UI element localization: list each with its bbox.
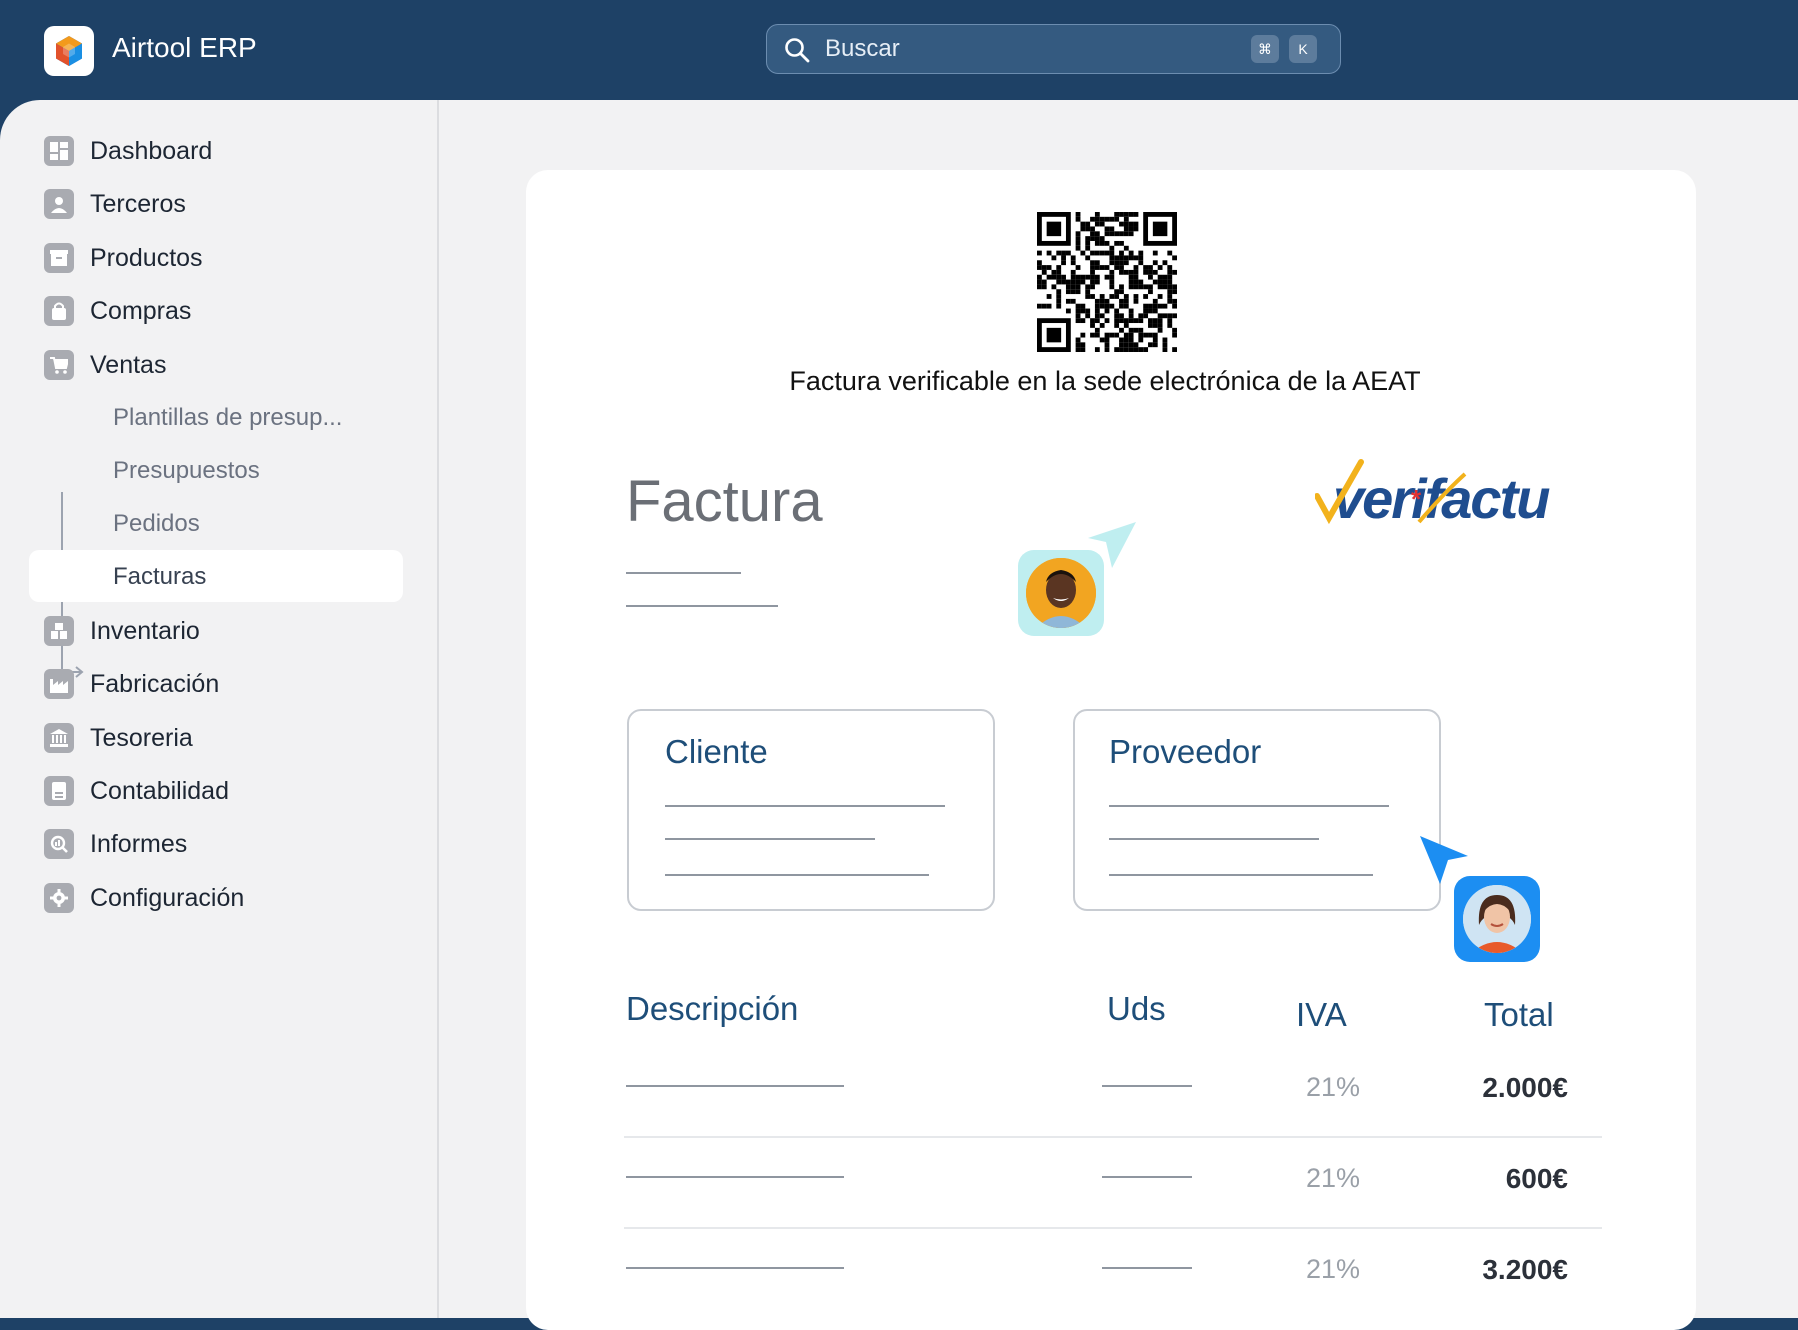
sidebar-item-label: Inventario [90,617,200,645]
placeholder-line [665,805,945,807]
sidebar-item-label: Productos [90,244,203,272]
user-icon [44,189,74,219]
sidebar-item-dashboard[interactable]: Dashboard [0,126,439,174]
cart-icon [44,350,74,380]
sidebar-subitem-label: Presupuestos [113,457,260,484]
gear-icon [44,883,74,913]
row-vat: 21% [1306,1163,1361,1193]
sidebar-item-label: Terceros [90,190,186,218]
row-vat: 21% [1306,1072,1361,1102]
row-total: 600€ [1505,1163,1568,1194]
sidebar-subitem-pedidos[interactable]: Pedidos [0,497,439,549]
dashboard-icon [44,136,74,166]
sidebar-subitem-facturas[interactable]: Facturas [29,550,403,602]
sidebar-subitem-plantillas[interactable]: Plantillas de presup... [0,391,439,443]
search-input[interactable] [825,25,1225,72]
sidebar-subitem-label: Pedidos [113,510,200,537]
placeholder-line [1102,1085,1192,1087]
sidebar-subitem-presupuestos[interactable]: Presupuestos [0,444,439,496]
sidebar-item-label: Compras [90,297,192,325]
row-divider [624,1136,1602,1138]
client-box-title: Cliente [665,733,768,770]
sidebar-item-fabricacion[interactable]: Fabricación [0,659,439,707]
supplier-box[interactable]: Proveedor [1073,709,1441,911]
row-total: 2.000€ [1482,1072,1568,1103]
sidebar-item-label: Informes [90,830,188,858]
placeholder-line [1109,805,1389,807]
factory-icon [44,669,74,699]
row-divider [624,1227,1602,1229]
verifactu-logo: verifactu * [1315,459,1552,530]
sidebar-item-compras[interactable]: Compras [0,286,439,334]
placeholder-line [1109,874,1373,876]
placeholder-line [626,1176,844,1178]
row-vat: 21% [1306,1254,1361,1284]
sidebar-item-configuracion[interactable]: Configuración [0,873,439,921]
column-header-total: Total [1484,996,1554,1033]
warehouse-icon [44,616,74,646]
sidebar-item-inventario[interactable]: Inventario [0,606,439,654]
avatar [1018,550,1104,636]
box-icon [44,243,74,273]
sidebar-item-label: Tesoreria [90,724,193,752]
bag-icon [44,296,74,326]
placeholder-line [626,572,741,574]
svg-text:*: * [1411,484,1422,514]
placeholder-line [1102,1267,1192,1269]
shortcut-key-k: K [1289,35,1317,63]
sidebar-item-terceros[interactable]: Terceros [0,179,439,227]
placeholder-line [626,605,778,607]
sidebar-item-label: Dashboard [90,137,213,165]
sidebar-item-contabilidad[interactable]: Contabilidad [0,766,439,814]
column-header-units: Uds [1107,990,1166,1027]
sidebar-item-label: Configuración [90,884,245,912]
shortcut-key-cmd: ⌘ [1251,35,1279,63]
sidebar-item-ventas[interactable]: Ventas [0,340,439,388]
person-avatar-icon [1026,558,1096,628]
report-search-icon [44,829,74,859]
top-bar: Airtool ERP ⌘ K [0,0,1798,100]
sidebar-subitem-label: Plantillas de presup... [113,404,343,431]
sidebar: Dashboard Terceros Productos Compras Ven… [0,100,439,1318]
person-avatar-icon [1463,885,1531,953]
sidebar-item-informes[interactable]: Informes [0,819,439,867]
invoice-title: Factura [626,469,823,534]
column-header-description: Descripción [626,990,799,1027]
column-header-vat: IVA [1296,996,1347,1033]
app-title: Airtool ERP [112,32,257,63]
placeholder-line [1109,838,1319,840]
sidebar-item-productos[interactable]: Productos [0,233,439,281]
placeholder-line [1102,1176,1192,1178]
ledger-icon [44,776,74,806]
placeholder-line [626,1085,844,1087]
placeholder-line [665,838,875,840]
search-icon [783,36,811,69]
app-logo-icon[interactable] [44,26,94,76]
avatar [1454,876,1540,962]
sidebar-item-label: Ventas [90,351,167,379]
sidebar-item-tesoreria[interactable]: Tesoreria [0,713,439,761]
qr-code-icon [1037,212,1177,352]
sidebar-item-label: Fabricación [90,670,220,698]
row-total: 3.200€ [1482,1254,1568,1285]
bank-icon [44,723,74,753]
client-box[interactable]: Cliente [627,709,995,911]
search-bar[interactable]: ⌘ K [766,24,1341,74]
sidebar-item-label: Contabilidad [90,777,229,805]
placeholder-line [665,874,929,876]
qr-caption: Factura verificable en la sede electróni… [789,366,1421,396]
supplier-box-title: Proveedor [1109,733,1262,770]
sidebar-subitem-label: Facturas [113,563,207,590]
placeholder-line [626,1267,844,1269]
